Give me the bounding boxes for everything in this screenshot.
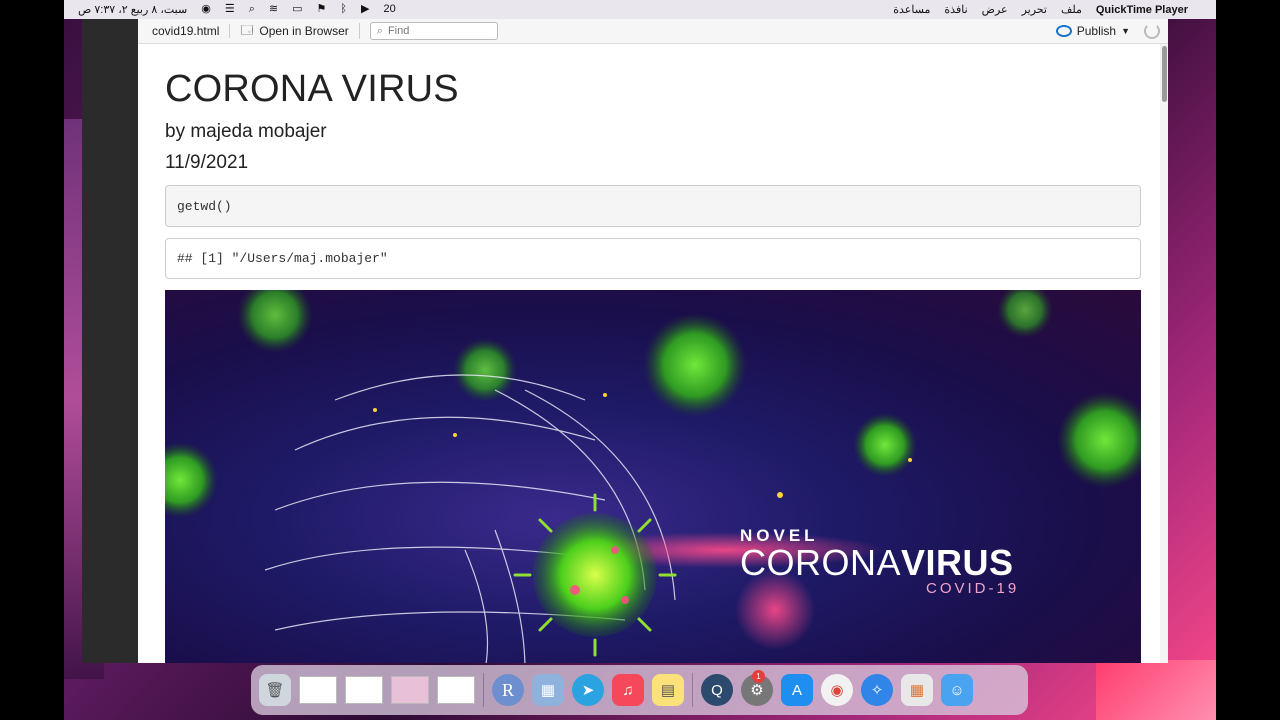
coronavirus-banner-image: NOVEL CORONAVIRUS COVID-19 xyxy=(165,290,1141,663)
safari-icon[interactable]: ✧ xyxy=(861,674,893,706)
publish-button[interactable]: Publish ▼ xyxy=(1055,24,1130,38)
play-icon[interactable]: ▶ xyxy=(361,4,369,15)
minimized-window-3[interactable] xyxy=(391,676,429,704)
scrollbar[interactable] xyxy=(1160,44,1168,663)
flag-icon[interactable]: ⚑ xyxy=(317,4,327,15)
open-in-browser-label: Open in Browser xyxy=(259,24,349,38)
viewer-content: covid19.html 🗔 Open in Browser ⌕ Publish… xyxy=(138,19,1168,663)
quicktime-icon[interactable]: Q xyxy=(701,674,733,706)
notification-badge-icon: 1 xyxy=(752,670,765,683)
banner-virus: VIRUS xyxy=(901,542,1014,583)
menubar-status-area: سبت، ٨ ربيع ٢، ٧:٣٧ ص ◉ ☰ ⌕ ≋ ▭ ⚑ ᛒ ▶ 20 xyxy=(78,3,396,17)
siri-icon[interactable]: ◉ xyxy=(201,4,211,15)
viewer-window: covid19.html 🗔 Open in Browser ⌕ Publish… xyxy=(82,19,1168,663)
preview-icon[interactable]: ▦ xyxy=(532,674,564,706)
spotlight-search-icon[interactable]: ⌕ xyxy=(249,4,255,15)
date: 11/9/2021 xyxy=(165,152,249,173)
menubar: سبت، ٨ ربيع ٢، ٧:٣٧ ص ◉ ☰ ⌕ ≋ ▭ ⚑ ᛒ ▶ 20… xyxy=(64,0,1216,19)
chrome-icon[interactable]: ◉ xyxy=(821,674,853,706)
launchpad-icon[interactable]: ▦ xyxy=(901,674,933,706)
code-block: getwd() xyxy=(165,185,1141,227)
banner-graphic xyxy=(165,290,1141,663)
wallpaper-accent xyxy=(1096,660,1216,720)
document-body: CORONA VIRUS by majeda mobajer 11/9/2021… xyxy=(138,44,1160,663)
menubar-menus: مساعدة نافذة عرض تحرير ملف QuickTime Pla… xyxy=(893,3,1202,17)
dock-separator-2 xyxy=(692,673,693,707)
menu-help[interactable]: مساعدة xyxy=(893,3,930,16)
author: by majeda mobajer xyxy=(165,121,327,142)
telegram-icon[interactable]: ➤ xyxy=(572,674,604,706)
minimized-window-4[interactable] xyxy=(437,676,475,704)
publish-label: Publish xyxy=(1076,24,1117,38)
system-preferences-icon[interactable]: ⚙ 1 xyxy=(741,670,773,706)
trash-icon[interactable]: 🗑 xyxy=(259,674,291,706)
banner-main: CORONAVIRUS xyxy=(740,545,1019,581)
clock[interactable]: سبت، ٨ ربيع ٢، ٧:٣٧ ص xyxy=(78,3,187,16)
finder-icon[interactable]: ☺ xyxy=(941,674,973,706)
search-icon: ⌕ xyxy=(376,24,383,37)
minimized-window-1[interactable] xyxy=(299,676,337,704)
find-input[interactable] xyxy=(387,25,488,37)
battery-icon[interactable]: ▭ xyxy=(292,4,302,15)
app-menu[interactable]: QuickTime Player xyxy=(1096,4,1188,16)
notes-icon[interactable]: ▤ xyxy=(652,674,684,706)
menu-view[interactable]: عرض xyxy=(982,3,1008,16)
page-title: CORONA VIRUS xyxy=(165,68,459,110)
minimized-window-2[interactable] xyxy=(345,676,383,704)
toolbar-divider xyxy=(358,23,360,39)
chevron-down-icon: ▼ xyxy=(1121,26,1130,36)
browser-icon: 🗔 xyxy=(240,22,254,37)
banner-covid: COVID-19 xyxy=(926,580,1020,597)
notification-badge[interactable]: 20 xyxy=(383,4,395,15)
menu-edit[interactable]: تحرير xyxy=(1022,3,1047,16)
output-block: ## [1] "/Users/maj.mobajer" xyxy=(165,238,1141,279)
r-app-icon[interactable]: R xyxy=(492,674,524,706)
menu-window[interactable]: نافذة xyxy=(944,3,967,16)
scrollbar-thumb[interactable] xyxy=(1162,46,1167,102)
publish-icon xyxy=(1055,25,1072,37)
music-icon[interactable]: ♫ xyxy=(612,674,644,706)
app-store-icon[interactable]: A xyxy=(781,674,813,706)
banner-title: NOVEL CORONAVIRUS COVID-19 xyxy=(740,526,1019,597)
banner-corona: CORONA xyxy=(740,542,902,583)
refresh-icon[interactable] xyxy=(1144,23,1160,39)
dock-separator xyxy=(483,673,484,707)
bluetooth-icon[interactable]: ᛒ xyxy=(340,4,347,15)
menu-file[interactable]: ملف xyxy=(1061,3,1082,16)
find-box[interactable]: ⌕ xyxy=(369,22,498,40)
dock: 🗑 R ▦ ➤ ♫ ▤ Q ⚙ 1 A ◉ ✧ ▦ ☺ xyxy=(251,665,1028,715)
open-in-browser-button[interactable]: 🗔 Open in Browser xyxy=(230,21,358,42)
viewer-toolbar: covid19.html 🗔 Open in Browser ⌕ Publish… xyxy=(138,19,1168,44)
wifi-icon[interactable]: ≋ xyxy=(269,4,278,15)
file-name: covid19.html xyxy=(152,24,231,38)
control-center-icon[interactable]: ☰ xyxy=(225,4,235,15)
